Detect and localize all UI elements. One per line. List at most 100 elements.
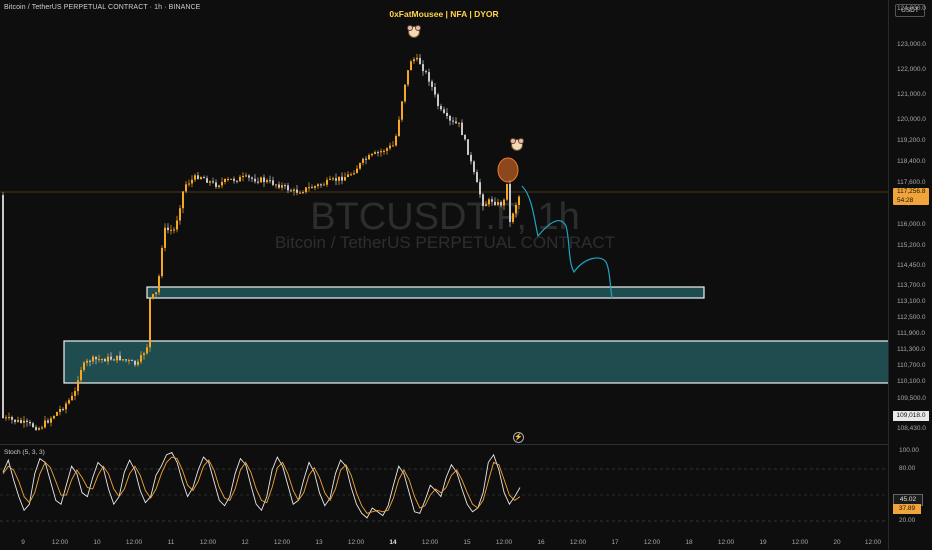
candle-body: [152, 294, 154, 299]
candle-body: [323, 184, 325, 186]
candle-body: [92, 356, 94, 362]
candle-body: [86, 360, 88, 363]
candle-body: [362, 158, 364, 163]
candle-body: [2, 195, 4, 419]
time-tick: 13: [315, 539, 323, 546]
candle-body: [329, 178, 331, 180]
candle-body: [254, 178, 256, 182]
candle-body: [101, 359, 103, 360]
candle-body: [482, 194, 484, 207]
candle-body: [26, 420, 28, 422]
candle-body: [89, 360, 91, 362]
price-tick: 109,500.0: [897, 395, 926, 402]
time-tick: 20: [833, 539, 841, 546]
candle-body: [320, 184, 322, 186]
candle-body: [224, 179, 226, 182]
low-price-tag: 109,018.0: [893, 411, 929, 421]
candle-body: [416, 57, 418, 60]
candle-body: [344, 177, 346, 181]
candle-body: [155, 292, 157, 294]
candle-body: [506, 183, 508, 200]
time-tick: 12:00: [495, 539, 513, 546]
candle-body: [431, 81, 433, 87]
candle-body: [476, 172, 478, 183]
time-tick: 11: [167, 539, 175, 546]
candle-body: [386, 148, 388, 151]
candle-body: [107, 356, 109, 362]
candle-body: [182, 191, 184, 209]
time-tick: 15: [463, 539, 471, 546]
candle-body: [245, 175, 247, 177]
candle-body: [83, 362, 85, 370]
highlight-circle: [497, 157, 519, 183]
candle-body: [377, 152, 379, 154]
candle-body: [125, 359, 127, 361]
last-price-tag: 117,256.8 54:28: [893, 188, 929, 205]
candle-body: [425, 71, 427, 73]
candle-body: [383, 150, 385, 152]
candle-body: [170, 229, 172, 231]
candle-body: [59, 409, 61, 412]
candle-body: [437, 94, 439, 106]
price-tick: 118,400.0: [897, 158, 926, 165]
candle-body: [491, 199, 493, 202]
candle-body: [56, 412, 58, 416]
candle-body: [185, 184, 187, 192]
candle-body: [389, 145, 391, 149]
candle-body: [515, 205, 517, 214]
candle-body: [41, 427, 43, 429]
candle-body: [461, 122, 463, 136]
candle-body: [230, 178, 232, 180]
candle-body: [194, 175, 196, 180]
candle-body: [338, 176, 340, 181]
candle-body: [122, 359, 124, 361]
stoch-d-line: [2, 456, 521, 514]
candle-body: [455, 121, 457, 124]
candle-body: [290, 190, 292, 192]
candle-body: [17, 420, 19, 422]
lightning-icon[interactable]: ⚡: [513, 432, 524, 443]
candle-body: [62, 409, 64, 410]
candle-body: [353, 173, 355, 175]
candle-body: [131, 360, 133, 362]
candle-body: [248, 175, 250, 178]
candle-body: [227, 179, 229, 180]
price-chart[interactable]: [0, 0, 888, 444]
candle-body: [374, 152, 376, 154]
stoch-chart[interactable]: [0, 445, 888, 535]
candle-body: [218, 185, 220, 187]
time-tick: 9: [21, 539, 25, 546]
demand-zone-upper[interactable]: [146, 286, 705, 299]
candle-body: [341, 176, 343, 181]
candle-body: [299, 192, 301, 194]
candle-body: [32, 423, 34, 428]
price-tick: 124,000.0: [897, 5, 926, 12]
price-tick: 116,000.0: [897, 221, 926, 228]
candle-body: [407, 70, 409, 85]
candle-body: [233, 178, 235, 181]
candle-body: [446, 112, 448, 116]
time-tick: 12: [241, 539, 249, 546]
candle-body: [20, 420, 22, 423]
candle-body: [158, 276, 160, 293]
candle-body: [200, 177, 202, 179]
candle-body: [29, 422, 31, 424]
demand-zone-lower[interactable]: [63, 340, 888, 384]
candle-body: [350, 174, 352, 176]
candle-body: [314, 186, 316, 188]
time-tick: 18: [685, 539, 693, 546]
candle-body: [392, 145, 394, 147]
time-tick: 12:00: [421, 539, 439, 546]
candle-body: [347, 174, 349, 177]
candle-body: [236, 180, 238, 182]
candle-body: [293, 189, 295, 191]
time-tick: 12:00: [125, 539, 143, 546]
time-tick: 12:00: [717, 539, 735, 546]
stoch-d-tag: 37.89: [893, 504, 921, 514]
time-tick: 12:00: [569, 539, 587, 546]
candle-body: [371, 153, 373, 156]
price-tick: 120,000.0: [897, 116, 926, 123]
candle-body: [365, 158, 367, 160]
price-tick: 110,100.0: [897, 378, 926, 385]
candle-body: [434, 87, 436, 95]
